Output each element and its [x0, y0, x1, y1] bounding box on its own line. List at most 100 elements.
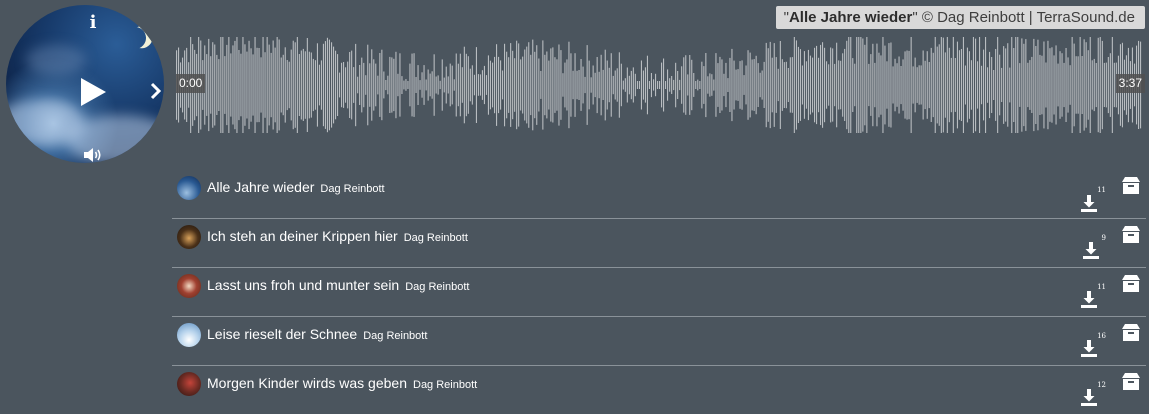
- waveform-bar: [248, 40, 250, 130]
- download-icon[interactable]: [1080, 290, 1098, 308]
- waveform-bar: [254, 37, 256, 133]
- waveform-bar: [532, 39, 534, 131]
- waveform-bar: [693, 73, 695, 97]
- waveform-bar: [753, 59, 755, 111]
- track-row[interactable]: Morgen Kinder wirds was geben Dag Reinbot…: [172, 366, 1146, 414]
- waveform-bar: [1037, 39, 1039, 131]
- track-row[interactable]: Ich steh an deiner Krippen hier Dag Reinb…: [172, 219, 1146, 268]
- waveform-bar: [920, 65, 922, 105]
- waveform-seekbar[interactable]: [176, 35, 1142, 135]
- waveform-bar: [1021, 38, 1023, 132]
- waveform-bar: [1041, 55, 1043, 115]
- waveform-bar: [578, 70, 580, 100]
- waveform-bar: [534, 51, 536, 119]
- volume-button[interactable]: [83, 147, 103, 163]
- waveform-bar: [427, 69, 429, 101]
- download-icon[interactable]: [1082, 241, 1100, 259]
- waveform-bar: [721, 59, 723, 111]
- waveform-bar: [522, 56, 524, 114]
- waveform-bar: [423, 65, 425, 105]
- waveform-bar: [856, 37, 858, 133]
- waveform-bar: [1003, 46, 1005, 124]
- waveform-bar: [1093, 58, 1095, 112]
- waveform-bar: [1005, 48, 1007, 122]
- box-icon[interactable]: [1122, 275, 1140, 292]
- download-icon[interactable]: [1080, 339, 1098, 357]
- waveform-bar: [445, 66, 447, 104]
- download-count: 16: [1097, 332, 1106, 340]
- waveform-bar: [1049, 48, 1051, 122]
- waveform-bar: [435, 76, 437, 94]
- waveform-bar: [592, 65, 594, 105]
- waveform-bar: [487, 55, 489, 115]
- waveform-bar: [958, 50, 960, 120]
- waveform-bar: [977, 61, 979, 109]
- waveform-bar: [689, 55, 691, 115]
- box-icon[interactable]: [1122, 324, 1140, 341]
- download-icon[interactable]: [1080, 194, 1098, 212]
- waveform-bar: [975, 38, 977, 132]
- waveform-bar: [1095, 63, 1097, 108]
- waveform-bar: [483, 65, 485, 105]
- waveform-bar: [324, 41, 326, 129]
- track-thumbnail: [177, 225, 201, 249]
- waveform-bar: [999, 54, 1001, 116]
- box-icon[interactable]: [1122, 177, 1140, 194]
- waveform-bar: [1029, 60, 1031, 110]
- waveform-bar: [439, 80, 441, 90]
- time-current: 0:00: [176, 74, 206, 93]
- waveform-bar: [918, 65, 920, 105]
- waveform-bar: [634, 73, 636, 97]
- waveform-bar: [371, 49, 373, 121]
- waveform-bar: [900, 66, 902, 105]
- waveform-bar: [399, 53, 401, 117]
- waveform-bar: [538, 58, 540, 112]
- waveform-bar: [908, 50, 910, 120]
- waveform-bar: [1109, 53, 1111, 117]
- download-icon[interactable]: [1080, 388, 1098, 406]
- waveform-bar: [431, 71, 433, 99]
- waveform-bar: [894, 58, 896, 112]
- waveform-bar: [393, 58, 395, 112]
- waveform-bar: [401, 76, 403, 94]
- waveform-bar: [985, 37, 987, 133]
- box-icon[interactable]: [1122, 373, 1140, 390]
- waveform-bar: [838, 60, 840, 110]
- waveform-bar: [675, 62, 677, 108]
- waveform-bar: [544, 54, 546, 116]
- waveform-bar: [729, 57, 731, 112]
- play-button[interactable]: [79, 77, 107, 107]
- track-thumbnail: [177, 372, 201, 396]
- waveform-bar: [970, 60, 972, 110]
- track-row[interactable]: Lasst uns froh und munter sein Dag Reinbo…: [172, 268, 1146, 317]
- box-icon[interactable]: [1122, 226, 1140, 243]
- waveform-bar: [1097, 37, 1099, 133]
- waveform-bar: [504, 43, 506, 127]
- waveform-bar: [711, 74, 713, 96]
- waveform-bar: [703, 66, 705, 104]
- waveform-bar: [904, 51, 906, 119]
- waveform-bar: [206, 54, 208, 116]
- track-row[interactable]: Leise rieselt der Schnee Dag Reinbott 16: [172, 317, 1146, 366]
- waveform-bar: [409, 63, 411, 107]
- waveform-bar: [536, 45, 538, 125]
- waveform-bar: [582, 66, 584, 104]
- waveform-bar: [552, 47, 554, 123]
- waveform-bar: [244, 44, 246, 126]
- info-button[interactable]: i: [86, 13, 100, 33]
- track-list: Alle Jahre wieder Dag Reinbott 11 Ich ste…: [172, 170, 1146, 414]
- next-button[interactable]: [149, 81, 163, 101]
- waveform-bar: [1033, 38, 1035, 132]
- waveform-bar: [1059, 51, 1061, 119]
- waveform-bar: [596, 57, 598, 114]
- waveform-bar: [824, 47, 826, 123]
- waveform-bar: [739, 61, 741, 109]
- waveform-bar: [1039, 54, 1041, 115]
- waveform-bar: [413, 53, 415, 117]
- waveform-bar: [1023, 43, 1025, 127]
- waveform-bar: [548, 60, 550, 110]
- waveform-bar: [880, 55, 882, 115]
- track-row[interactable]: Alle Jahre wieder Dag Reinbott 11: [172, 170, 1146, 219]
- waveform-bar: [1015, 37, 1017, 133]
- waveform-bar: [588, 60, 590, 110]
